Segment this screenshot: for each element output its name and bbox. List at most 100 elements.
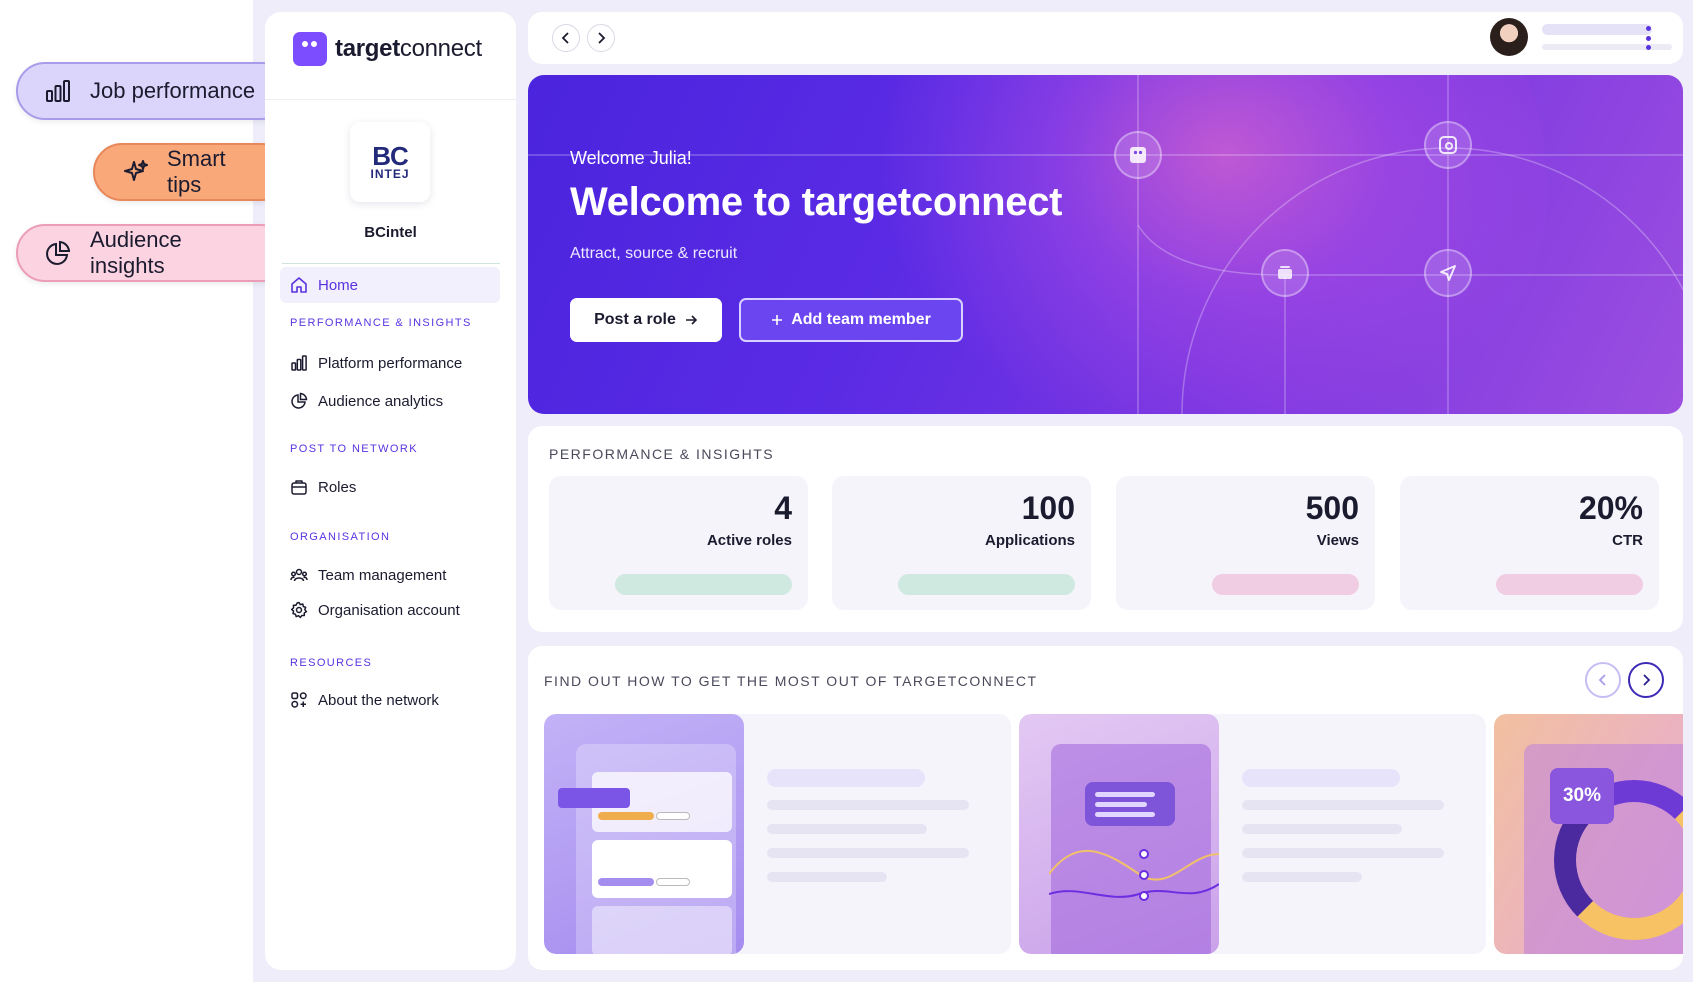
carousel-next-button[interactable] [1628,662,1664,698]
smart-tips-label: Smart tips [167,146,226,197]
audience-insights-pill: Audience insights [16,224,290,282]
org-name: BCintel [364,224,417,241]
add-team-member-label: Add team member [791,311,931,328]
carousel-prev-button[interactable] [1585,662,1621,698]
home-icon [291,277,307,293]
stat-value: 4 [774,490,792,526]
team-icon [290,568,308,582]
sidebar-item-audience-analytics[interactable]: Audience analytics [280,383,500,419]
sidebar-item-label: Home [318,276,359,294]
card-line-placeholder [767,872,887,882]
percent-badge: 30% [1550,768,1614,824]
plus-icon [772,315,783,325]
sidebar-item-platform-performance[interactable]: Platform performance [280,345,500,381]
stat-bar [615,574,792,595]
card-title-placeholder [767,769,925,787]
user-role-placeholder [1542,44,1672,50]
resources-title: FIND OUT HOW TO GET THE MOST OUT OF TARG… [544,673,1038,689]
network-icon [291,692,307,708]
stat-card-ctr[interactable]: 20% CTR [1400,476,1659,610]
stat-label: CTR [1612,532,1643,549]
divider [282,263,500,264]
resource-card[interactable] [1019,714,1486,954]
stat-value: 100 [1021,490,1075,526]
card-line-placeholder [1242,848,1444,858]
chevron-left-icon [1598,674,1606,686]
sidebar-item-team-management[interactable]: Team management [280,557,500,593]
performance-panel: PERFORMANCE & INSIGHTS 4 Active roles 10… [528,426,1683,632]
hero-title: Welcome to targetconnect [570,180,1063,224]
sidebar-item-label: Roles [318,478,357,496]
sidebar: targetconnect BC INTEJ BCintel Home PERF… [265,12,516,970]
stat-value: 500 [1305,490,1359,526]
briefcase-icon [1261,249,1309,297]
card-title-placeholder [1242,769,1400,787]
card-illustration: 30% [1494,714,1683,954]
add-team-member-button[interactable]: Add team member [739,298,963,342]
card-line-placeholder [1242,872,1362,882]
avatar[interactable] [1490,18,1528,56]
search-icon [1424,121,1472,169]
card-line-placeholder [767,848,969,858]
sparkle-icon [124,160,148,181]
briefcase-icon [291,480,307,495]
section-post-to-network: POST TO NETWORK [290,443,418,455]
brand-mark-icon [293,32,327,66]
card-line-placeholder [767,824,927,834]
post-role-label: Post a role [594,311,676,328]
stat-bar [1212,574,1359,595]
sidebar-item-home[interactable]: Home [280,267,500,303]
resource-card[interactable] [544,714,1011,954]
sidebar-item-label: Team management [318,566,447,584]
section-organisation: ORGANISATION [290,531,391,543]
card-line-placeholder [767,800,969,810]
job-performance-pill: Job performance [16,62,290,120]
forward-button[interactable] [587,24,615,52]
card-illustration [544,714,744,954]
stat-card-active-roles[interactable]: 4 Active roles [549,476,808,610]
chevron-left-icon [561,32,569,44]
sidebar-item-organisation-account[interactable]: Organisation account [280,592,500,628]
user-name-placeholder [1542,24,1652,35]
resources-panel: FIND OUT HOW TO GET THE MOST OUT OF TARG… [528,646,1683,970]
card-line-placeholder [1242,824,1402,834]
welcome-banner: Welcome Julia! Welcome to targetconnect … [528,75,1683,414]
pie-chart-icon [291,392,308,409]
org-logo: BC INTEJ [350,122,430,202]
top-bar [528,12,1683,64]
post-role-button[interactable]: Post a role [570,298,722,342]
card-illustration [1019,714,1219,954]
audience-insights-label: Audience insights [90,227,182,278]
stat-label: Applications [984,532,1075,549]
back-button[interactable] [552,24,580,52]
divider [265,99,516,100]
hero-subtitle: Attract, source & recruit [570,245,738,262]
sidebar-item-label: About the network [318,691,439,709]
resource-card[interactable]: 30% [1494,714,1683,954]
bar-chart-icon [46,80,70,102]
sidebar-item-label: Audience analytics [318,392,444,410]
more-menu-icon[interactable] [1645,26,1651,50]
bar-chart-icon [291,355,307,371]
card-line-placeholder [1242,800,1444,810]
brand-logo[interactable]: targetconnect [293,32,482,66]
job-performance-label: Job performance [90,78,256,103]
stat-value: 20% [1578,490,1643,526]
stat-label: Active roles [706,532,792,549]
stat-bar [1496,574,1643,595]
performance-title: PERFORMANCE & INSIGHTS [549,446,775,462]
sidebar-item-roles[interactable]: Roles [280,469,500,505]
smart-tips-pill: Smart tips [93,143,290,201]
stat-bar [898,574,1075,595]
sidebar-item-label: Organisation account [318,601,460,619]
stat-card-views[interactable]: 500 Views [1116,476,1375,610]
stat-card-applications[interactable]: 100 Applications [832,476,1091,610]
sidebar-item-about-the-network[interactable]: About the network [280,682,500,718]
calendar-icon [1114,131,1162,179]
org-logo-line2: INTEJ [370,167,410,181]
gear-icon [290,601,308,619]
sidebar-item-label: Platform performance [318,354,463,372]
stat-label: Views [1316,532,1359,549]
pie-chart-icon [46,240,71,265]
section-resources: RESOURCES [290,657,373,669]
